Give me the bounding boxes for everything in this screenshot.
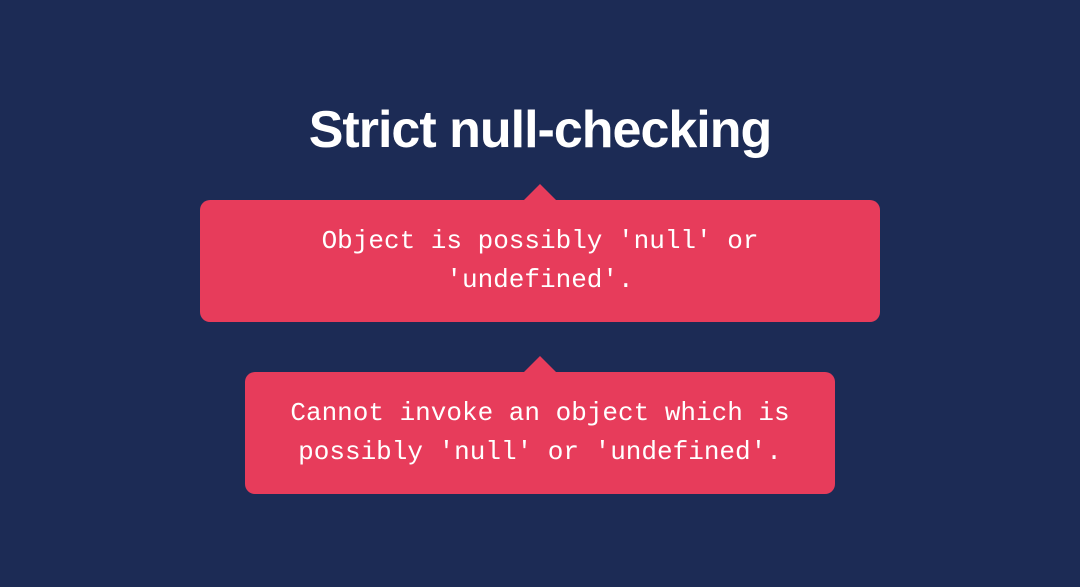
error-message-box: Cannot invoke an object which is possibl… bbox=[245, 372, 835, 494]
error-text: Object is possibly 'null' or 'undefined'… bbox=[322, 226, 759, 295]
error-text: Cannot invoke an object which is possibl… bbox=[290, 398, 789, 467]
slide-title: Strict null-checking bbox=[309, 100, 772, 160]
error-message-box: Object is possibly 'null' or 'undefined'… bbox=[200, 200, 880, 322]
